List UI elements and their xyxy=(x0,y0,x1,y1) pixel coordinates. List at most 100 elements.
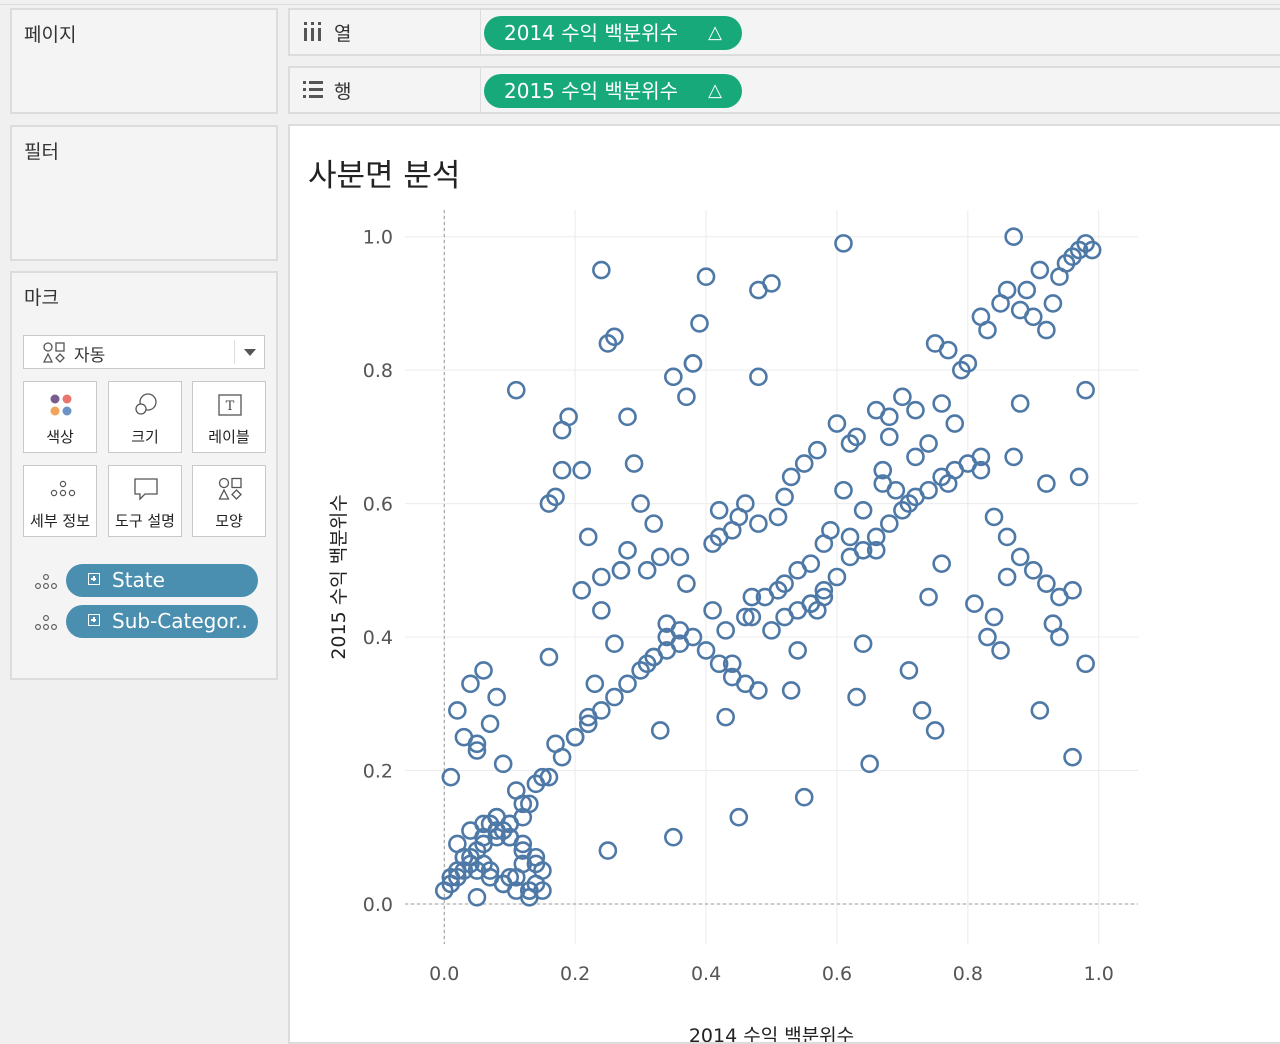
scatter-point xyxy=(592,701,611,720)
scatter-point xyxy=(572,460,592,480)
scatter-point xyxy=(1076,654,1095,674)
scatter-point xyxy=(664,367,683,387)
scatter-point xyxy=(644,514,663,533)
y-tick-label: 0.4 xyxy=(363,627,393,649)
viz-area[interactable]: 사분면 분석 0.0 0.2 0.4 0.6 0.8 1.0 0.0 0.2 0.4 0.6 0.8… xyxy=(288,124,1280,1044)
scatter-point xyxy=(1063,747,1082,767)
rows-shelf-label: 행 xyxy=(334,81,352,103)
size-button-label: 크기 xyxy=(131,428,159,446)
scatter-point xyxy=(781,681,801,700)
subcategory-field-pill[interactable]: Sub-Categor.. xyxy=(66,605,258,638)
x-tick-label: 0.4 xyxy=(691,963,721,985)
tooltip-icon xyxy=(134,478,158,501)
scatter-point xyxy=(906,400,925,420)
state-field-label: State xyxy=(112,568,165,592)
scatter-point xyxy=(572,581,592,600)
scatter-point xyxy=(552,460,572,480)
scatter-point xyxy=(664,827,683,847)
scatter-point xyxy=(788,641,807,660)
scatter-point xyxy=(598,841,618,860)
y-tick-label: 0.2 xyxy=(363,761,393,783)
scatter-point xyxy=(624,454,644,473)
scatter-point xyxy=(552,747,572,767)
filters-panel-title: 필터 xyxy=(24,141,59,163)
scatter-point xyxy=(1069,467,1089,487)
scatter-point xyxy=(938,340,958,360)
scatter-point xyxy=(1004,447,1023,467)
scatter-point xyxy=(762,621,781,640)
scatter-point xyxy=(1037,474,1056,493)
scatter-point xyxy=(899,661,919,680)
chevron-down-icon xyxy=(244,349,256,356)
scatter-point xyxy=(716,707,735,727)
scatter-point xyxy=(650,721,670,740)
y-tick-label: 1.0 xyxy=(363,227,393,249)
scatter-point xyxy=(703,601,722,620)
scatter-point xyxy=(932,394,951,413)
scatter-point xyxy=(965,594,984,613)
scatter-point xyxy=(880,514,899,533)
scatter-point xyxy=(997,280,1017,300)
columns-shelf-label: 열 xyxy=(334,23,352,45)
scatter-point xyxy=(768,507,788,527)
scatter-point xyxy=(749,280,768,300)
x-tick-label: 1.0 xyxy=(1084,963,1114,985)
tooltip-button-label: 도구 설명 xyxy=(115,512,175,530)
scatter-point xyxy=(749,514,768,533)
scatter-point xyxy=(1050,267,1069,287)
scatter-point xyxy=(618,407,637,427)
svg-text:T: T xyxy=(226,399,235,414)
scatter-point xyxy=(749,367,768,387)
expand-icon[interactable] xyxy=(88,573,100,585)
scatter-point xyxy=(834,234,853,253)
state-field-pill[interactable]: State xyxy=(66,564,258,597)
scatter-point xyxy=(1017,280,1037,300)
shape-icon xyxy=(218,477,242,500)
detail-button[interactable]: 세부 정보 xyxy=(23,465,97,537)
scatter-point xyxy=(1030,260,1050,280)
label-button[interactable]: T 레이블 xyxy=(192,381,266,453)
y-tick-label: 0.0 xyxy=(363,894,393,916)
scatter-point xyxy=(729,807,749,827)
scatter-point xyxy=(1037,320,1056,340)
scatter-point xyxy=(840,527,860,547)
scatter-point xyxy=(814,534,834,553)
scatter-point xyxy=(454,727,474,747)
tooltip-button[interactable]: 도구 설명 xyxy=(108,465,182,537)
rows-pill-label: 2015 수익 백분위수 xyxy=(504,79,679,103)
size-icon xyxy=(135,393,157,415)
x-axis-title: 2014 수익 백분위수 xyxy=(689,1025,854,1042)
scatter-chart[interactable]: 0.0 0.2 0.4 0.6 0.8 1.0 0.0 0.2 0.4 0.6 0.8 1.0 2014… xyxy=(290,126,1280,1042)
rows-pill[interactable]: 2015 수익 백분위수 △ xyxy=(484,74,742,108)
table-calc-delta-icon: △ xyxy=(708,80,722,101)
rows-icon xyxy=(303,81,323,98)
mark-type-dropdown[interactable]: 자동 xyxy=(23,335,265,369)
marks-panel-title: 마크 xyxy=(24,287,59,309)
columns-pill[interactable]: 2014 수익 백분위수 △ xyxy=(484,16,742,50)
pages-panel[interactable]: 페이지 xyxy=(10,8,278,114)
scatter-point xyxy=(670,547,690,567)
scatter-point xyxy=(506,380,526,400)
y-tick-label: 0.8 xyxy=(363,360,393,382)
scatter-point xyxy=(932,554,951,573)
scatter-point xyxy=(709,500,729,520)
expand-icon[interactable] xyxy=(88,614,100,626)
shape-button[interactable]: 모양 xyxy=(192,465,266,537)
size-button[interactable]: 크기 xyxy=(108,381,182,453)
scatter-point xyxy=(781,467,801,487)
y-axis-title: 2015 수익 백분위수 xyxy=(328,494,350,659)
columns-shelf[interactable]: 열 2014 수익 백분위수 △ xyxy=(288,8,1280,56)
scatter-point xyxy=(847,687,866,707)
scatter-point xyxy=(618,541,637,560)
rows-shelf[interactable]: 행 2015 수익 백분위수 △ xyxy=(288,66,1280,114)
detail-icon xyxy=(50,480,76,497)
scatter-point xyxy=(919,480,938,500)
scatter-point xyxy=(984,507,1004,527)
columns-pill-label: 2014 수익 백분위수 xyxy=(504,21,679,45)
table-calc-delta-icon: △ xyxy=(708,22,722,43)
scatter-point xyxy=(1010,547,1030,567)
top-strip xyxy=(0,0,1280,5)
scatter-point xyxy=(912,701,932,720)
color-button[interactable]: 색상 xyxy=(23,381,97,453)
filters-panel[interactable]: 필터 xyxy=(10,125,278,261)
